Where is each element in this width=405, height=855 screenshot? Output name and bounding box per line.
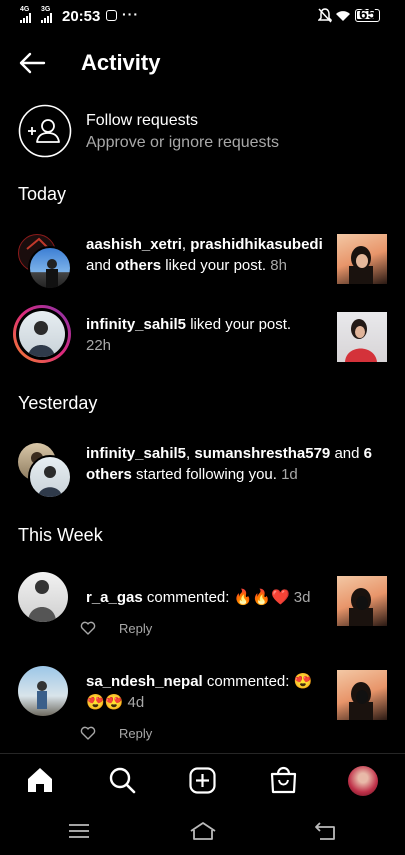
post-thumbnail[interactable]: [337, 576, 387, 626]
post-thumbnail[interactable]: [337, 234, 387, 284]
back-key-icon[interactable]: [314, 821, 338, 841]
battery-icon: 65: [355, 7, 380, 22]
reply-button[interactable]: Reply: [119, 621, 152, 636]
follow-requests-title[interactable]: Follow requests: [86, 112, 198, 130]
heart-icon[interactable]: [80, 726, 96, 741]
section-today: Today: [18, 184, 67, 204]
stacked-avatars[interactable]: [18, 234, 72, 290]
mute-bell-icon: [318, 8, 332, 23]
home-icon[interactable]: [26, 766, 54, 794]
reply-button[interactable]: Reply: [119, 726, 152, 741]
profile-avatar[interactable]: [348, 766, 378, 796]
comment-text[interactable]: sa_ndesh_nepal commented: 😍 😍😍 4d: [86, 671, 341, 713]
status-bar: 4G 3G 20:53 ··· 65: [0, 0, 405, 32]
signal-icon-2: [41, 13, 52, 23]
wifi-icon: [336, 11, 350, 21]
post-thumbnail[interactable]: [337, 670, 387, 720]
avatar[interactable]: [18, 572, 68, 622]
avatar: [19, 311, 65, 357]
more-notifications-icon: ···: [122, 6, 139, 22]
create-icon[interactable]: [189, 767, 216, 794]
instagram-notification-icon: [106, 10, 117, 21]
comment-text[interactable]: r_a_gas commented: 🔥🔥❤️ 3d: [86, 587, 341, 608]
follow-requests-row[interactable]: [18, 104, 72, 158]
notification-text[interactable]: aashish_xetri, prashidhikasubedi and oth…: [86, 234, 341, 276]
section-this-week: This Week: [18, 525, 103, 545]
network-4g: 4G: [20, 6, 30, 13]
page-title: Activity: [81, 50, 161, 75]
stacked-avatars[interactable]: [18, 443, 72, 499]
nav-divider: [0, 753, 405, 754]
notification-text[interactable]: infinity_sahil5 liked your post. 22h: [86, 314, 341, 356]
menu-icon[interactable]: [68, 823, 90, 839]
post-thumbnail[interactable]: [337, 312, 387, 362]
back-arrow-icon[interactable]: [18, 52, 46, 74]
avatar[interactable]: [18, 666, 68, 716]
network-3g: 3G: [41, 6, 51, 13]
section-yesterday: Yesterday: [18, 393, 98, 413]
avatar: [28, 246, 72, 290]
shop-icon[interactable]: [270, 765, 297, 795]
home-key-icon[interactable]: [189, 821, 217, 841]
clock: 20:53: [62, 8, 101, 25]
heart-icon[interactable]: [80, 621, 96, 636]
follow-requests-subtitle: Approve or ignore requests: [86, 134, 279, 151]
avatar: [28, 455, 72, 499]
search-icon[interactable]: [108, 766, 136, 794]
add-person-icon: [18, 104, 72, 158]
notification-text[interactable]: infinity_sahil5, sumanshrestha579 and 6 …: [86, 443, 386, 485]
story-ring-avatar[interactable]: [13, 305, 71, 363]
signal-icon: [20, 13, 31, 23]
